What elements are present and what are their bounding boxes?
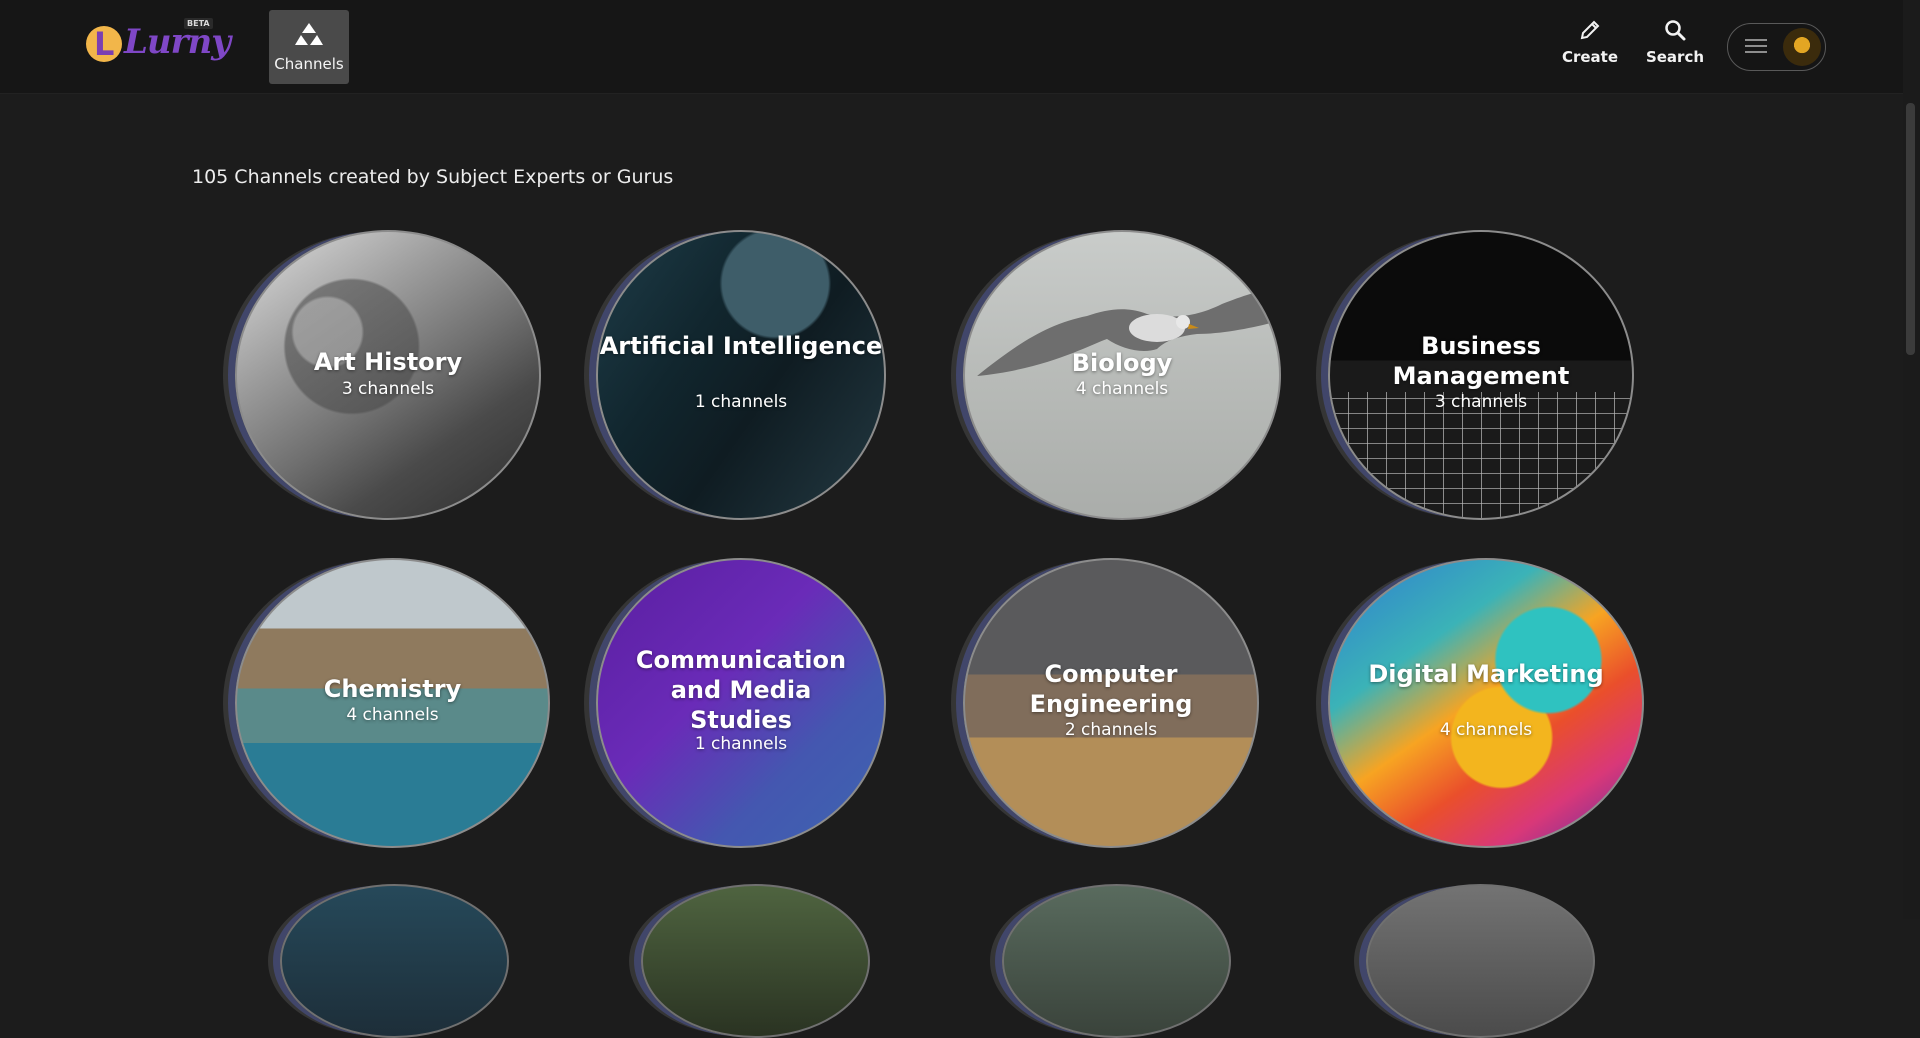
user-menu-toggle[interactable] xyxy=(1727,23,1826,71)
search-button[interactable]: Search xyxy=(1640,18,1710,66)
category-card-partial[interactable] xyxy=(641,884,870,1038)
category-count: 4 channels xyxy=(1439,720,1533,740)
logo-letter: L xyxy=(94,25,115,63)
category-card-biology[interactable]: Biology 4 channels xyxy=(963,230,1281,520)
pencil-icon xyxy=(1580,20,1600,40)
category-card-communication-and-media-studies[interactable]: Communication and Media Studies 1 channe… xyxy=(596,558,886,848)
triangle-grid-icon xyxy=(295,23,323,45)
search-label: Search xyxy=(1645,48,1705,66)
category-card-computer-engineering[interactable]: Computer Engineering 2 channels xyxy=(963,558,1259,848)
category-card-art-history[interactable]: Art History 3 channels xyxy=(235,230,541,520)
category-card-digital-marketing[interactable]: Digital Marketing 4 channels xyxy=(1328,558,1644,848)
page-headline: 105 Channels created by Subject Experts … xyxy=(192,166,674,188)
channels-nav-label: Channels xyxy=(274,55,344,73)
category-card-business-management[interactable]: Business Management 3 channels xyxy=(1328,230,1634,520)
category-title: Chemistry xyxy=(323,675,462,703)
create-label: Create xyxy=(1561,48,1619,66)
category-count: 4 channels xyxy=(346,705,439,725)
category-title: Biology xyxy=(1071,349,1173,377)
category-title: Digital Marketing xyxy=(1368,660,1604,688)
category-card-chemistry[interactable]: Chemistry 4 channels xyxy=(235,558,550,848)
logo-text: Lurny xyxy=(124,22,231,62)
category-title: Communication and Media Studies xyxy=(635,646,847,734)
category-count: 4 channels xyxy=(1075,379,1169,399)
category-title: Artificial Intelligence xyxy=(599,332,883,360)
category-card-partial[interactable] xyxy=(1366,884,1595,1038)
category-count: 3 channels xyxy=(341,379,435,399)
category-count: 2 channels xyxy=(1064,720,1158,740)
category-title: Computer Engineering xyxy=(1029,660,1193,718)
top-navigation-bar: L Lurny BETA Channels Create Search xyxy=(0,0,1903,94)
category-count: 1 channels xyxy=(694,734,788,754)
category-count: 3 channels xyxy=(1434,392,1528,412)
hamburger-icon xyxy=(1745,39,1767,55)
beta-badge: BETA xyxy=(184,18,213,29)
category-count: 1 channels xyxy=(694,392,788,412)
category-card-partial[interactable] xyxy=(1002,884,1231,1038)
channels-nav-button[interactable]: Channels xyxy=(269,10,349,84)
brand-logo[interactable]: L Lurny BETA xyxy=(86,18,231,72)
create-button[interactable]: Create xyxy=(1555,18,1625,66)
category-card-partial[interactable] xyxy=(280,884,509,1038)
category-title: Business Management xyxy=(1392,332,1570,390)
category-card-artificial-intelligence[interactable]: Artificial Intelligence 1 channels xyxy=(596,230,886,520)
category-title: Art History xyxy=(313,348,463,376)
scrollbar-thumb[interactable] xyxy=(1906,103,1915,355)
user-avatar xyxy=(1783,28,1821,66)
search-icon xyxy=(1665,20,1686,41)
